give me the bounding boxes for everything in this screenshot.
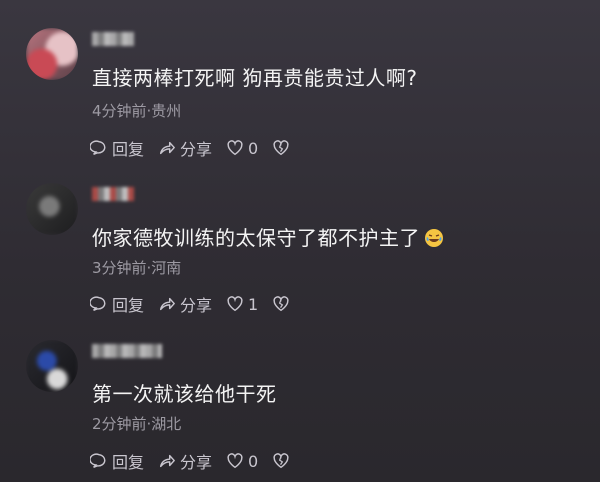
avatar[interactable] [26, 340, 78, 392]
like-count: 1 [248, 294, 259, 314]
like-count: 0 [248, 451, 259, 471]
heart-icon [227, 296, 243, 312]
dislike-button[interactable] [272, 295, 290, 313]
reply-icon [90, 296, 106, 311]
heart-icon [227, 453, 243, 469]
laughing-crying-emoji-icon [425, 229, 443, 247]
dislike-button[interactable] [272, 452, 290, 470]
comment-meta: 3分钟前·河南 [92, 259, 182, 277]
comment-text: 直接两棒打死啊 狗再贵能贵过人啊? [92, 66, 418, 90]
comment-meta: 2分钟前·湖北 [92, 415, 182, 433]
username-blurred[interactable] [92, 344, 162, 358]
reply-button[interactable]: 回复 [90, 449, 144, 473]
comment-item: 你家德牧训练的太保守了都不护主了 3分钟前·河南 回复 分享 1 [0, 155, 600, 315]
share-icon [159, 297, 175, 311]
comment-meta: 4分钟前·贵州 [92, 102, 182, 120]
broken-heart-icon [273, 296, 289, 312]
share-button[interactable]: 分享 [158, 449, 212, 473]
like-button[interactable]: 1 [226, 295, 258, 314]
comment-item: 第一次就该给他干死 2分钟前·湖北 回复 分享 0 [0, 312, 600, 472]
comment-text: 第一次就该给他干死 [92, 382, 277, 406]
username-blurred[interactable] [92, 32, 134, 46]
reply-label: 回复 [112, 453, 145, 472]
share-icon [159, 454, 175, 468]
comment-actions: 回复 分享 0 [90, 449, 304, 473]
broken-heart-icon [273, 453, 289, 469]
comment-text: 你家德牧训练的太保守了都不护主了 [92, 222, 444, 251]
avatar[interactable] [26, 183, 78, 235]
like-button[interactable]: 0 [226, 452, 258, 471]
share-label: 分享 [180, 453, 213, 472]
comment-item: 直接两棒打死啊 狗再贵能贵过人啊? 4分钟前·贵州 回复 分享 0 [0, 0, 600, 160]
reply-icon [90, 453, 106, 468]
username-blurred[interactable] [92, 187, 134, 201]
avatar[interactable] [26, 28, 78, 80]
comment-text-content: 你家德牧训练的太保守了都不护主了 [92, 226, 420, 250]
